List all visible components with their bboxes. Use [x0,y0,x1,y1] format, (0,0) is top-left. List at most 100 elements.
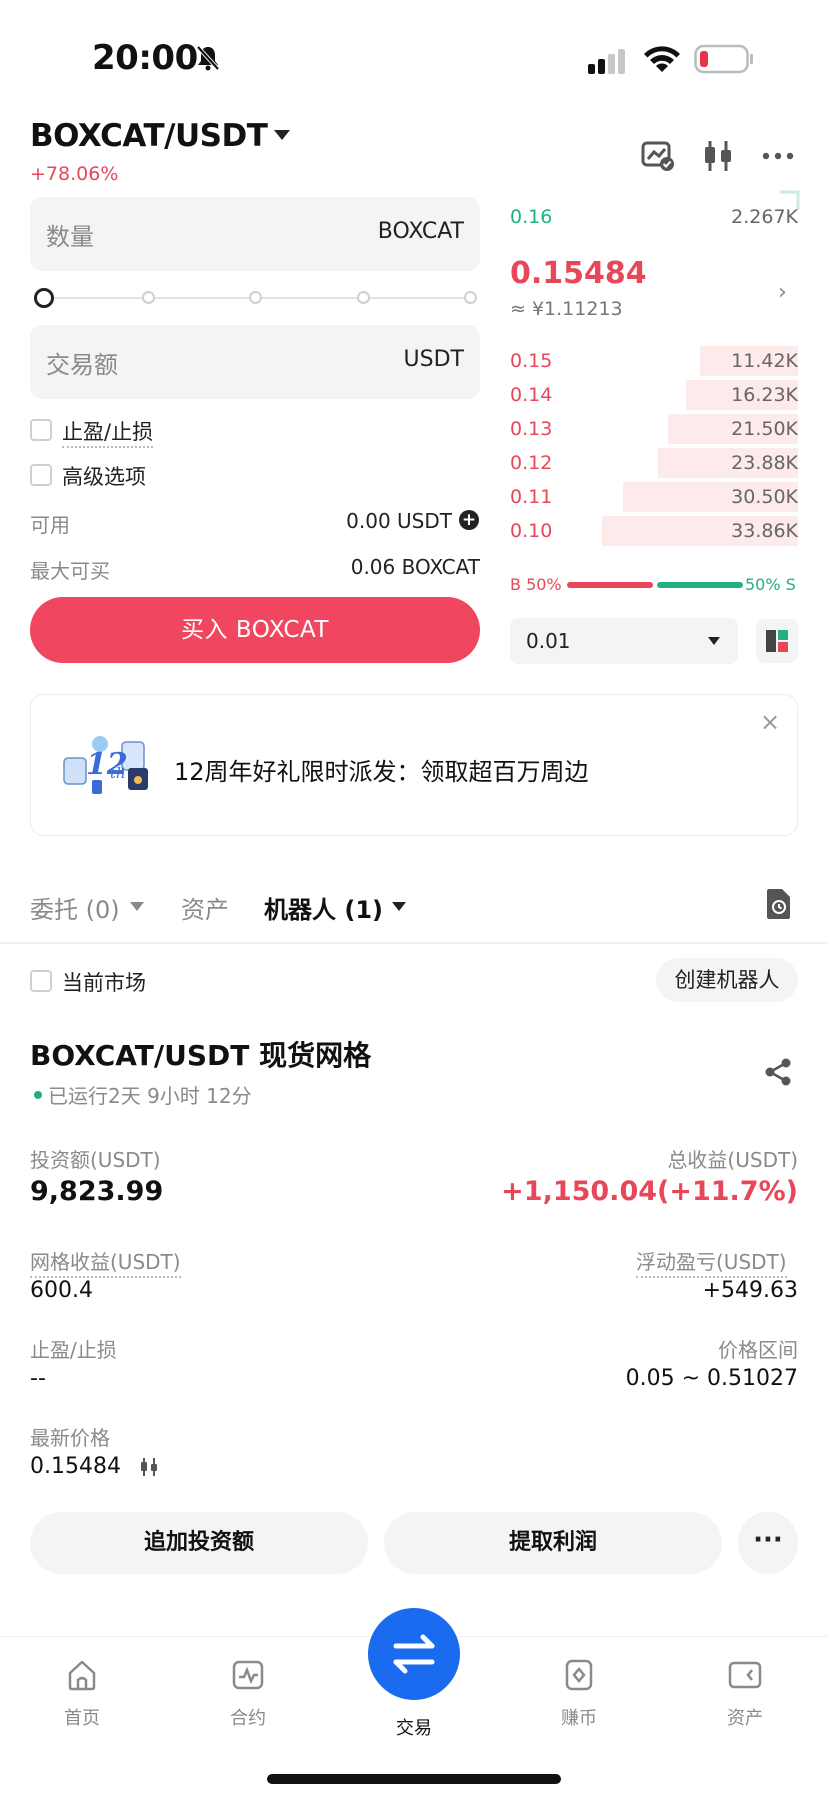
bid-price[interactable]: 0.12 [510,452,552,474]
earn-icon [565,1659,593,1691]
pair-dropdown-caret-icon[interactable] [274,130,290,140]
bell-muted-icon [196,45,220,71]
precision-select[interactable]: 0.01 [510,618,738,664]
orderbook-layout-button[interactable] [756,619,798,663]
battery-low-icon [694,44,753,74]
nav-futures-label: 合约 [230,1708,266,1729]
home-icon [68,1660,96,1691]
bid-qty: 21.50K [731,418,798,440]
tab-assets[interactable]: 资产 [181,890,229,925]
current-market-label[interactable]: 当前市场 [62,967,146,997]
candlestick-icon[interactable] [700,138,736,174]
precision-caret-icon [708,637,720,645]
tab-bots-caret-icon[interactable] [392,902,406,911]
slider-step-25[interactable] [142,291,155,304]
quantity-placeholder: 数量 [46,223,94,251]
status-time: 20:00 [92,38,198,78]
slider-step-75[interactable] [357,291,370,304]
bid-price[interactable]: 0.11 [510,486,552,508]
chart-settings-icon[interactable] [640,138,676,174]
total-profit-label: 总收益(USDT) [667,1148,798,1172]
bid-price[interactable]: 0.10 [510,520,552,542]
latest-price-value: 0.15484 [30,1454,121,1479]
svg-text:th: th [110,764,126,782]
tab-orders[interactable]: 委托 (0) [30,890,120,925]
nav-earn[interactable]: 赚币 [524,1658,634,1730]
nav-assets-label: 资产 [727,1708,763,1729]
slider-step-100[interactable] [464,291,477,304]
nav-home[interactable]: 首页 [27,1658,137,1730]
history-document-icon[interactable] [764,888,792,920]
available-value: 0.00 USDT [346,509,452,533]
sell-ratio-label: 50% S [745,575,796,594]
price-change-percent: +78.06% [30,163,119,185]
orderbook-layout-icon [766,630,788,652]
trading-pair-title[interactable]: BOXCAT/USDT [30,118,268,154]
bid-qty: 33.86K [731,520,798,542]
available-label: 可用 [30,513,70,537]
current-market-checkbox[interactable] [30,970,52,992]
bid-price[interactable]: 0.15 [510,350,552,372]
bot-more-button[interactable]: ··· [738,1512,798,1574]
chevron-right-icon[interactable]: › [778,280,787,305]
trade-amount-placeholder: 交易额 [46,351,118,379]
bid-qty: 30.50K [731,486,798,508]
tp-sl-checkbox[interactable] [30,419,52,441]
nav-trade-label[interactable]: 交易 [364,1714,464,1740]
bid-price[interactable]: 0.13 [510,418,552,440]
withdraw-profit-button[interactable]: 提取利润 [384,1512,722,1574]
bid-qty: 11.42K [731,350,798,372]
cny-price: ≈ ¥1.11213 [510,298,623,320]
ask-price[interactable]: 0.16 [510,206,552,228]
wifi-icon [644,46,680,72]
more-options-icon[interactable] [760,138,796,174]
nav-earn-label: 赚币 [561,1708,597,1729]
quantity-input[interactable]: 数量 BOXCAT [30,197,480,271]
floating-pnl-value: +549.63 [702,1278,798,1303]
bot-title[interactable]: BOXCAT/USDT 现货网格 [30,1034,371,1074]
slider-step-50[interactable] [249,291,262,304]
last-price: 0.15484 [510,256,647,291]
ask-qty: 2.267K [731,206,798,228]
price-range-label: 价格区间 [718,1338,798,1362]
running-status-dot [34,1091,42,1099]
investment-label: 投资额(USDT) [30,1148,161,1172]
nav-futures[interactable]: 合约 [193,1658,303,1730]
promo-banner-text[interactable]: 12周年好礼限时派发：领取超百万周边 [174,752,589,787]
tabs-divider [0,942,828,944]
add-investment-button[interactable]: 追加投资额 [30,1512,368,1574]
amount-slider-handle[interactable] [34,288,54,308]
grid-profit-value: 600.4 [30,1278,93,1303]
share-icon[interactable] [762,1056,794,1088]
advanced-options-label[interactable]: 高级选项 [62,461,146,491]
bid-qty: 16.23K [731,384,798,406]
candlestick-small-icon[interactable] [138,1456,160,1478]
total-profit-value: +1,150.04(+11.7%) [501,1176,798,1207]
max-buy-value: 0.06 BOXCAT [350,555,480,579]
nav-trade-button[interactable] [368,1608,460,1700]
buy-ratio-bar [567,582,653,588]
tab-orders-caret-icon[interactable] [130,902,144,911]
tp-sl-bot-label: 止盈/止损 [30,1338,117,1362]
trade-amount-input[interactable]: 交易额 USDT [30,325,480,399]
bot-running-time: 已运行2天 9小时 12分 [48,1084,252,1108]
max-buy-label: 最大可买 [30,559,110,583]
tp-sl-label[interactable]: 止盈/止损 [62,416,154,448]
cellular-signal-icon [588,49,625,74]
nav-home-label: 首页 [64,1708,100,1729]
advanced-options-checkbox[interactable] [30,464,52,486]
buy-button[interactable]: 买入 BOXCAT [30,597,480,663]
quantity-unit: BOXCAT [377,219,464,244]
transfer-plus-icon[interactable]: + [459,510,479,530]
bid-price[interactable]: 0.14 [510,384,552,406]
buy-ratio-label: B 50% [510,575,562,594]
create-bot-button[interactable]: 创建机器人 [656,958,798,1002]
tab-bots[interactable]: 机器人 (1) [264,890,383,925]
close-icon[interactable]: × [760,708,780,736]
grid-profit-label[interactable]: 网格收益(USDT) [30,1246,181,1278]
latest-price-label: 最新价格 [30,1426,110,1450]
futures-icon [232,1660,264,1690]
bid-qty: 23.88K [731,452,798,474]
floating-pnl-label[interactable]: 浮动盈亏(USDT) [636,1246,787,1278]
nav-assets[interactable]: 资产 [690,1658,800,1730]
